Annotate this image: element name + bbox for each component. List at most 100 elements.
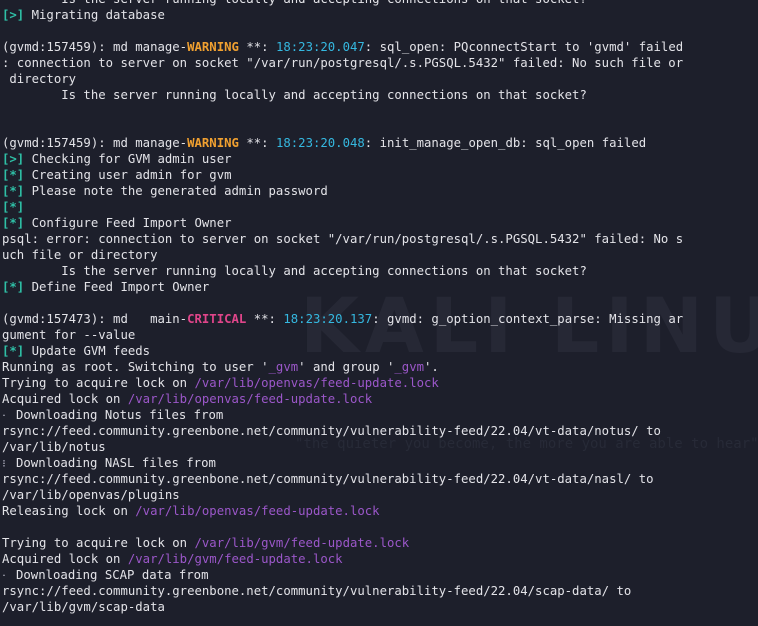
output-text: /var/lib/notus — [2, 440, 106, 454]
output-text: Trying to acquire lock on — [2, 536, 195, 550]
terminal-line: [*] — [2, 199, 758, 215]
status-tag: [*] — [2, 216, 25, 230]
output-text: psql: error: connection to server on soc… — [2, 232, 684, 246]
terminal-line: : connection to server on socket "/var/r… — [2, 55, 758, 71]
output-text: (gvmd:157459): md manage- — [2, 40, 188, 54]
output-text: **: — [246, 312, 284, 326]
output-text: gument for --value — [2, 328, 136, 342]
file-path: /var/lib/gvm/feed-update.lock — [127, 552, 343, 566]
status-tag: [*] — [2, 184, 25, 198]
terminal-line: Is the server running locally and accept… — [2, 87, 758, 103]
terminal-line: /var/lib/gvm/scap-data — [2, 599, 758, 615]
output-text: Checking for GVM admin user — [24, 152, 232, 166]
output-text: Creating user admin for gvm — [24, 168, 232, 182]
file-path: /var/lib/openvas/feed-update.lock — [135, 504, 380, 518]
file-path: /var/lib/openvas/feed-update.lock — [194, 376, 439, 390]
terminal-line: rsync://feed.community.greenbone.net/com… — [2, 471, 758, 487]
terminal-line: (gvmd:157459): md manage-WARNING **: 18:… — [2, 39, 758, 55]
terminal-line: [*] Configure Feed Import Owner — [2, 215, 758, 231]
terminal-line: rsync://feed.community.greenbone.net/com… — [2, 423, 758, 439]
timestamp: 18:23:20.137 — [283, 312, 373, 326]
status-tag: [*] — [2, 344, 25, 358]
spinner-icon: ⠂ — [2, 572, 9, 582]
terminal-line: (gvmd:157459): md manage-WARNING **: 18:… — [2, 135, 758, 151]
output-text: (gvmd:157473): md main- — [2, 312, 188, 326]
terminal-line: (gvmd:157473): md main-CRITICAL **: 18:2… — [2, 311, 758, 327]
output-text: /var/lib/openvas/plugins — [2, 488, 180, 502]
output-text: rsync://feed.community.greenbone.net/com… — [2, 584, 632, 598]
file-path: /var/lib/gvm/feed-update.lock — [194, 536, 410, 550]
output-text: Configure Feed Import Owner — [24, 216, 232, 230]
timestamp: 18:23:20.047 — [275, 40, 365, 54]
output-text: (gvmd:157459): md manage- — [2, 136, 188, 150]
output-text: Is the server running locally and accept… — [2, 88, 587, 102]
terminal-line: ⠇ Downloading NASL files from — [2, 455, 758, 471]
terminal-line: Trying to acquire lock on /var/lib/openv… — [2, 375, 758, 391]
terminal-line: directory — [2, 71, 758, 87]
terminal-line: [*] Creating user admin for gvm — [2, 167, 758, 183]
output-text: Acquired lock on — [2, 552, 128, 566]
file-path: /var/lib/openvas/feed-update.lock — [127, 392, 373, 406]
terminal-line: rsync://feed.community.greenbone.net/com… — [2, 583, 758, 599]
status-tag: [*] — [2, 200, 25, 214]
terminal-line: Acquired lock on /var/lib/gvm/feed-updat… — [2, 551, 758, 567]
output-text: '. — [424, 360, 439, 374]
terminal-line: uch file or directory — [2, 247, 758, 263]
terminal-line: ⠂ Downloading SCAP data from — [2, 567, 758, 583]
output-text: Downloading Notus files from — [8, 408, 224, 422]
terminal-line: Acquired lock on /var/lib/openvas/feed-u… — [2, 391, 758, 407]
terminal-line: Trying to acquire lock on /var/lib/gvm/f… — [2, 535, 758, 551]
output-text: /var/lib/gvm/scap-data — [2, 600, 165, 614]
output-text: **: — [238, 40, 276, 54]
status-tag: [*] — [2, 168, 25, 182]
output-text: Downloading SCAP data from — [8, 568, 209, 582]
output-text: rsync://feed.community.greenbone.net/com… — [2, 424, 661, 438]
spinner-icon: ⠂ — [2, 412, 9, 422]
terminal-line: Releasing lock on /var/lib/openvas/feed-… — [2, 503, 758, 519]
terminal-line: ⠂ Downloading Notus files from — [2, 407, 758, 423]
output-text: Is the server running locally and accept… — [2, 264, 587, 278]
critical-label: CRITICAL — [187, 312, 247, 326]
output-text: Trying to acquire lock on — [2, 376, 195, 390]
timestamp: 18:23:20.048 — [275, 136, 365, 150]
output-text: Update GVM feeds — [24, 344, 151, 358]
terminal-line: /var/lib/openvas/plugins — [2, 487, 758, 503]
terminal-line: [>] Migrating database — [2, 7, 758, 23]
terminal-line: gument for --value — [2, 327, 758, 343]
file-path: _gvm — [394, 360, 425, 374]
status-tag: [*] — [2, 280, 25, 294]
status-tag: [>] — [2, 152, 25, 166]
output-text: Is the server running locally and accept… — [2, 0, 587, 6]
terminal-window[interactable]: KALI LINUX "the quieter you become, the … — [0, 0, 758, 626]
output-text: Migrating database — [24, 8, 165, 22]
output-text: : gvmd: g_option_context_parse: Missing … — [372, 312, 684, 326]
status-tag: [>] — [2, 8, 25, 22]
terminal-line: /var/lib/notus — [2, 439, 758, 455]
terminal-line: [*] Please note the generated admin pass… — [2, 183, 758, 199]
output-text: Please note the generated admin password — [24, 184, 328, 198]
output-text: **: — [238, 136, 276, 150]
output-text: Acquired lock on — [2, 392, 128, 406]
output-text: : sql_open: PQconnectStart to 'gvmd' fai… — [364, 40, 684, 54]
output-text: ' and group ' — [298, 360, 395, 374]
warning-label: WARNING — [187, 40, 239, 54]
terminal-line: [*] Define Feed Import Owner — [2, 279, 758, 295]
output-text: directory — [2, 72, 77, 86]
output-text: rsync://feed.community.greenbone.net/com… — [2, 472, 654, 486]
terminal-line: Is the server running locally and accept… — [2, 0, 758, 7]
output-text: Releasing lock on — [2, 504, 136, 518]
terminal-line: [>] Checking for GVM admin user — [2, 151, 758, 167]
spinner-icon: ⠇ — [2, 460, 9, 470]
terminal-output: Is the server running locally and accept… — [2, 0, 758, 615]
output-text: Downloading NASL files from — [8, 456, 216, 470]
output-text: Running as root. Switching to user ' — [2, 360, 269, 374]
output-text: : connection to server on socket "/var/r… — [2, 56, 684, 70]
terminal-line: Running as root. Switching to user ' _gvm… — [2, 359, 758, 375]
terminal-line: [*] Update GVM feeds — [2, 343, 758, 359]
output-text: Define Feed Import Owner — [24, 280, 210, 294]
